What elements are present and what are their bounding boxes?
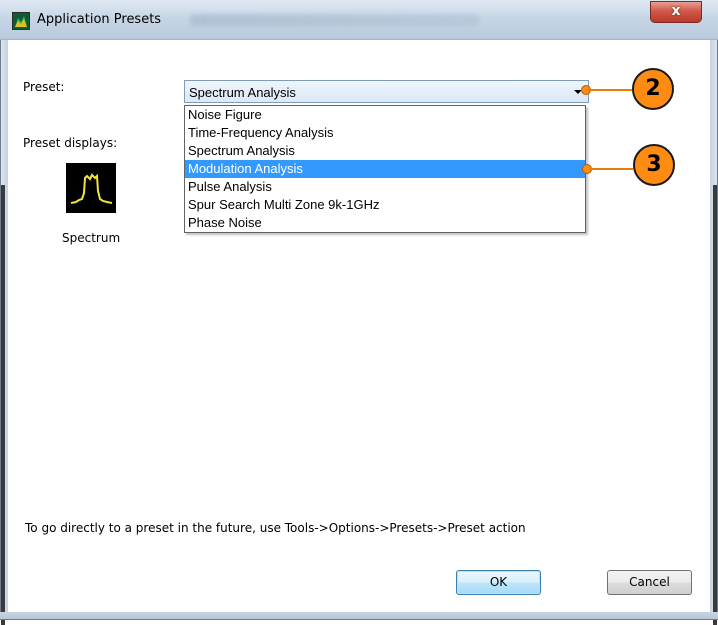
preset-hint-text: To go directly to a preset in the future… — [25, 521, 526, 535]
preset-option-time-frequency-analysis[interactable]: Time-Frequency Analysis — [185, 124, 585, 142]
preset-selected-value: Spectrum Analysis — [189, 85, 296, 100]
preset-option-spur-search[interactable]: Spur Search Multi Zone 9k-1GHz — [185, 196, 585, 214]
preset-option-phase-noise[interactable]: Phase Noise — [185, 214, 585, 232]
preset-option-spectrum-analysis[interactable]: Spectrum Analysis — [185, 142, 585, 160]
preset-label: Preset: — [23, 80, 65, 94]
window-frame-right — [710, 40, 718, 625]
preset-display-caption-spectrum: Spectrum — [62, 231, 121, 245]
preset-displays-label: Preset displays: — [23, 136, 118, 150]
preset-option-noise-figure[interactable]: Noise Figure — [185, 106, 585, 124]
preset-option-modulation-analysis[interactable]: Modulation Analysis — [185, 160, 585, 178]
callout-3-line — [589, 168, 633, 170]
dialog-client-area: Preset: Spectrum Analysis Noise Figure T… — [8, 40, 710, 612]
preset-combobox[interactable]: Spectrum Analysis — [184, 80, 589, 103]
preset-dropdown-list: Noise Figure Time-Frequency Analysis Spe… — [184, 105, 586, 233]
window-title: Application Presets — [37, 12, 162, 27]
window-frame-bottom — [0, 612, 718, 620]
spectrum-display-icon — [66, 163, 116, 213]
close-button[interactable]: x — [650, 1, 702, 23]
cancel-button[interactable]: Cancel — [607, 570, 692, 595]
callout-2-line — [588, 89, 632, 91]
app-icon — [12, 12, 30, 30]
title-bar[interactable]: Application Presets x — [0, 0, 718, 40]
window-frame-left — [0, 40, 8, 625]
callout-3-badge: 3 — [633, 144, 675, 186]
ok-button[interactable]: OK — [456, 570, 541, 595]
preset-option-pulse-analysis[interactable]: Pulse Analysis — [185, 178, 585, 196]
callout-2-badge: 2 — [632, 68, 674, 110]
background-menu-ghost — [190, 14, 480, 26]
application-presets-dialog: Application Presets x Preset: Spectrum A… — [0, 0, 718, 625]
